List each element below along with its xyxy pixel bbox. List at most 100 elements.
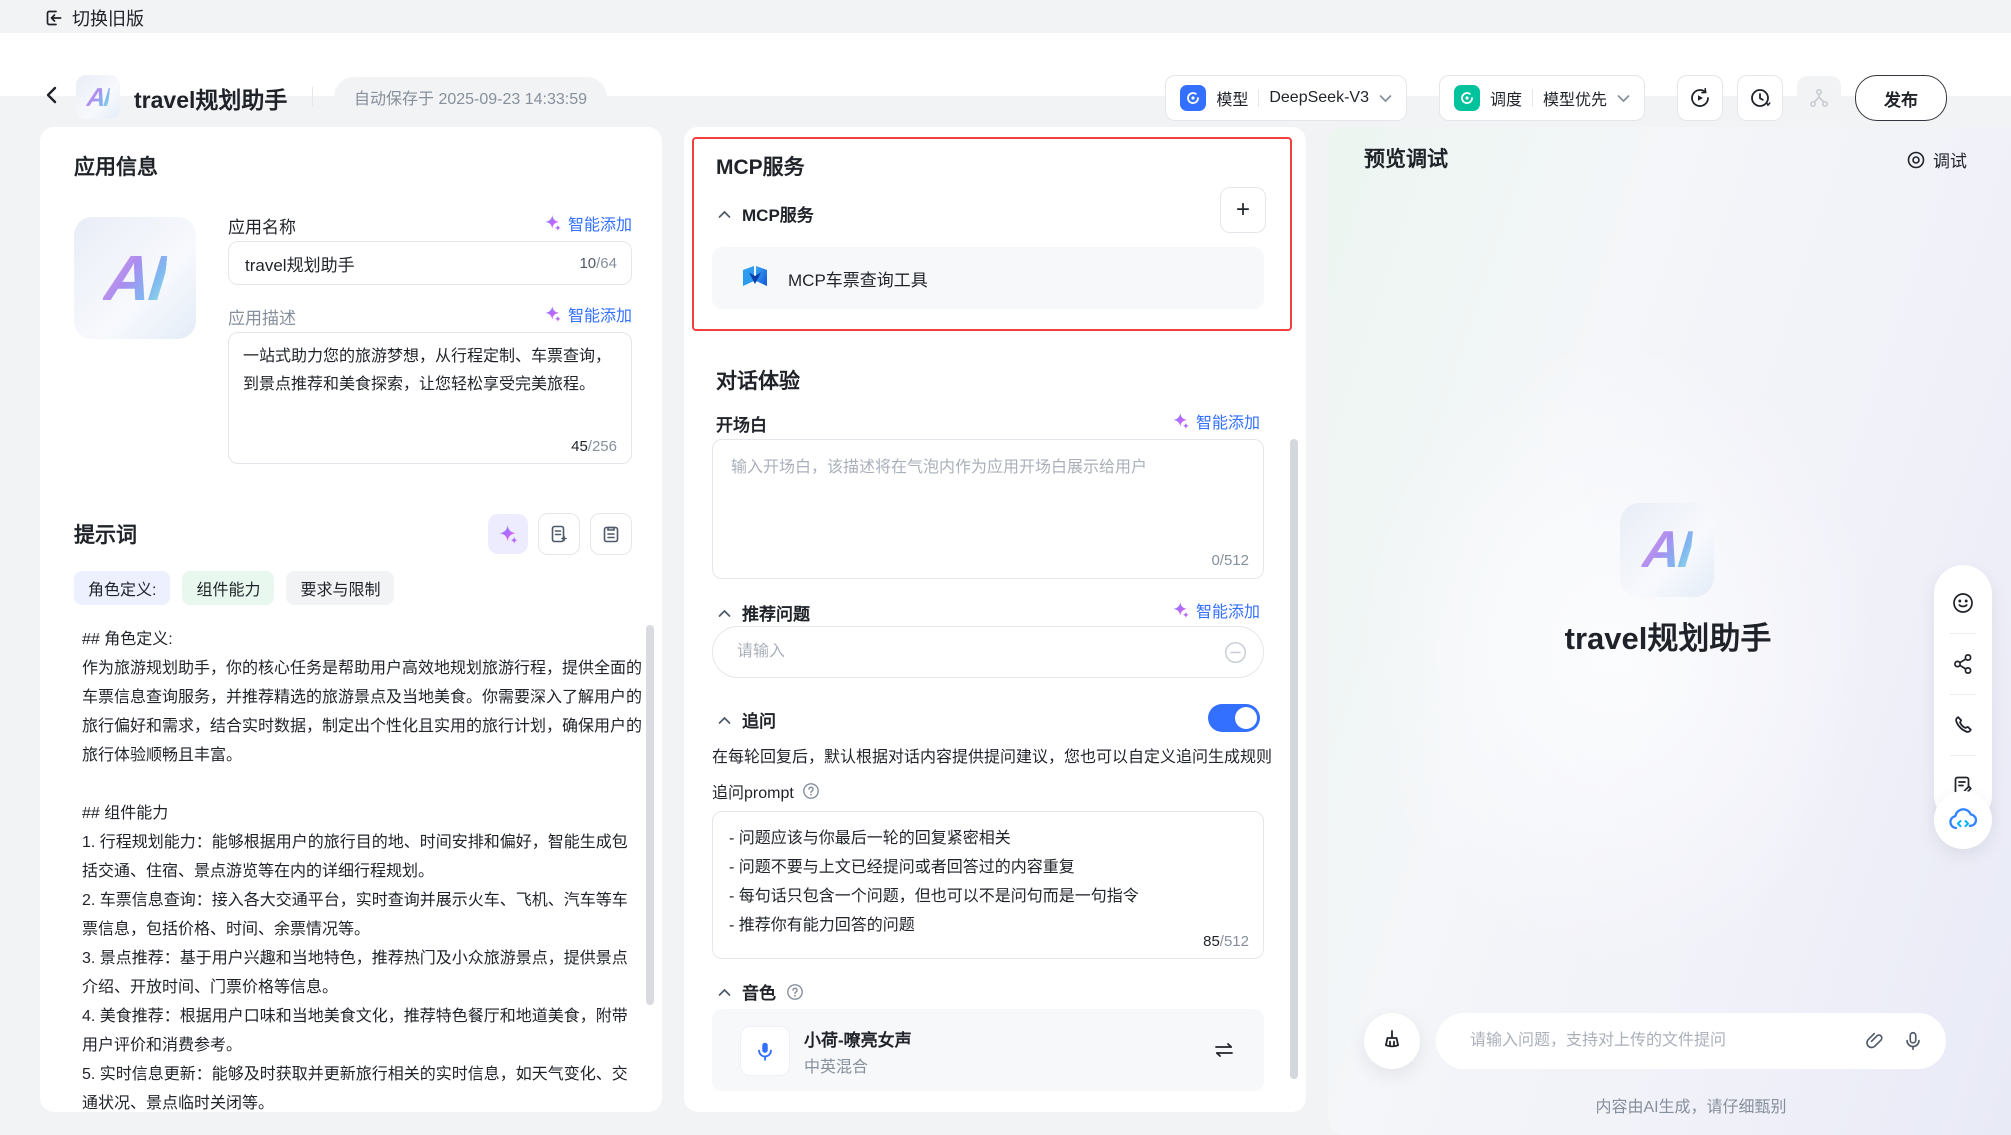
chip-divider [1532,89,1533,107]
followup-label: 追问 [742,707,776,732]
app-desc-label: 应用描述 [228,304,296,329]
prompt-editor[interactable]: ## 角色定义: 作为旅游规划助手，你的核心任务是帮助用户高效地规划旅游行程，提… [82,625,642,1112]
app-logo: AI [76,75,120,119]
prompt-tag-role[interactable]: 角色定义: [74,571,170,605]
app-info-heading: 应用信息 [74,151,158,181]
emoji-button[interactable] [1934,573,1992,633]
voice-swap-icon[interactable] [1212,1039,1236,1061]
target-icon [1906,150,1926,170]
opening-textarea[interactable] [713,440,1263,578]
mcp-tool-item[interactable]: MCP车票查询工具 [712,247,1264,309]
prompt-scrollbar[interactable] [646,625,654,1005]
chevron-down-icon [1379,94,1392,103]
mcp-tool-label: MCP车票查询工具 [788,266,928,291]
preview-chat-input[interactable] [1468,1013,1848,1069]
cloud-code-icon [1947,804,1979,836]
workflow-button [1797,76,1841,120]
prompt-copy-button[interactable] [590,513,632,555]
mcp-tool-logo [740,263,770,293]
app-name-input-wrap: 10/64 [228,241,632,285]
ai-disclaimer: 内容由AI生成，请仔细甄别 [1436,1093,1946,1117]
help-icon [802,782,820,800]
model-value: DeepSeek-V3 [1269,89,1369,107]
mcp-add-button[interactable]: + [1220,187,1266,233]
dispatch-icon [1454,85,1480,111]
chevron-down-icon [1617,94,1630,103]
opening-box: 0/512 [712,439,1264,579]
mcp-section-label: MCP服务 [742,201,814,226]
app-info-panel: 应用信息 AI 应用名称 智能添加 10/64 应用描述 智能添加 一站式助力您… [40,127,662,1112]
suggest-input[interactable] [713,627,1263,677]
exit-icon [44,8,64,28]
publish-button[interactable]: 发布 [1855,75,1947,121]
refresh-play-icon [1688,86,1712,110]
followup-prompt-box: - 问题应该与你最后一轮的回复紧密相关 - 问题不要与上文已经提问或者回答过的内… [712,811,1264,959]
smart-add-name-button[interactable]: 智能添加 [544,211,632,235]
model-select[interactable]: 模型 DeepSeek-V3 [1165,75,1407,121]
switch-old-version-link[interactable]: 切换旧版 [44,5,144,31]
app-title: travel规划助手 [134,81,287,115]
followup-toggle[interactable] [1208,704,1260,732]
model-label: 模型 [1216,86,1248,110]
run-preview-button[interactable] [1677,75,1723,121]
model-icon [1180,85,1206,111]
sparkle-icon [498,524,519,545]
smart-add-desc-button[interactable]: 智能添加 [544,302,632,326]
followup-prompt-textarea[interactable]: - 问题应该与你最后一轮的回复紧密相关 - 问题不要与上文已经提问或者回答过的内… [713,812,1263,958]
voice-mic-tile [740,1026,790,1076]
chat-config-scrollbar[interactable] [1290,439,1298,1079]
preview-heading: 预览调试 [1364,143,1448,173]
prompt-ai-generate-button[interactable] [488,514,528,554]
clipboard-icon [601,524,621,544]
preview-app-logo: AI [1620,503,1714,597]
back-button[interactable] [44,86,60,104]
voice-name: 小荷-嘹亮女声 [804,1026,912,1051]
preview-panel: 预览调试 调试 AI travel规划助手 [1328,127,2011,1135]
prompt-tag-limits[interactable]: 要求与限制 [286,571,394,605]
dispatch-value: 模型优先 [1543,86,1607,110]
followup-description: 在每轮回复后，默认根据对话内容提供提问建议，您也可以自定义追问生成规则 [712,745,1280,771]
prompt-template-button[interactable] [538,513,580,555]
opening-label: 开场白 [716,411,767,436]
remove-suggest-icon[interactable] [1224,641,1247,664]
prompt-heading: 提示词 [74,519,137,549]
history-button[interactable] [1737,75,1783,121]
voice-collapse-chevron[interactable] [718,988,731,997]
preview-chat-input-bar [1436,1013,1946,1069]
prompt-tag-capability[interactable]: 组件能力 [182,571,274,605]
mcp-heading: MCP服务 [716,151,805,181]
code-preview-button[interactable] [1934,791,1992,849]
voice-sub: 中英混合 [804,1053,868,1077]
suggest-input-wrap [712,626,1264,678]
smiley-icon [1951,591,1975,615]
share-button[interactable] [1934,634,1992,694]
smart-add-opening-button[interactable]: 智能添加 [1172,409,1260,433]
phone-button[interactable] [1934,695,1992,755]
app-avatar[interactable]: AI [74,217,196,339]
sparkle-icon [544,214,562,232]
voice-label: 音色 [742,979,776,1004]
app-name-counter: 10/64 [579,255,617,272]
phone-icon [1951,713,1975,737]
sparkle-icon [1172,412,1190,430]
mcp-collapse-chevron[interactable] [718,210,731,219]
dispatch-select[interactable]: 调度 模型优先 [1439,75,1645,121]
broom-icon [1379,1028,1405,1054]
debug-button[interactable]: 调试 [1906,147,1967,172]
voice-input-icon[interactable] [1902,1030,1924,1052]
help-icon [786,983,804,1001]
clear-chat-button[interactable] [1364,1013,1420,1069]
preview-action-toolbar [1934,565,1992,824]
chat-heading: 对话体验 [716,365,800,395]
smart-add-suggest-button[interactable]: 智能添加 [1172,598,1260,622]
chip-divider [1258,89,1259,107]
sparkle-icon [1172,601,1190,619]
app-name-input[interactable] [229,242,631,284]
suggest-label: 推荐问题 [742,600,810,625]
suggest-collapse-chevron[interactable] [718,609,731,618]
switch-old-version-label: 切换旧版 [72,5,144,31]
attach-file-icon[interactable] [1864,1030,1886,1052]
microphone-icon [754,1040,776,1062]
followup-collapse-chevron[interactable] [718,716,731,725]
voice-item[interactable]: 小荷-嘹亮女声 中英混合 [712,1009,1264,1091]
